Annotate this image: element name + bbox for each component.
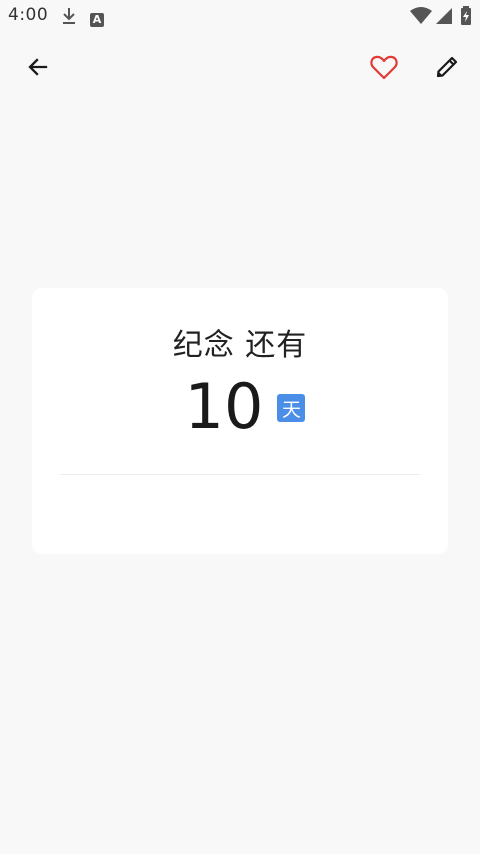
download-icon (60, 6, 78, 30)
a-letter-icon: A (90, 8, 104, 27)
wifi-icon (410, 7, 432, 29)
countdown-card: 纪念 还有 10 天 (32, 288, 448, 554)
card-divider (60, 474, 420, 475)
status-bar: 4:00 A (0, 0, 480, 32)
event-title: 纪念 还有 (172, 328, 308, 363)
favorite-button[interactable] (359, 44, 409, 94)
back-button[interactable] (13, 44, 63, 94)
heart-outline-icon (370, 54, 398, 84)
day-count: 10 (184, 370, 264, 443)
count-row: 10 天 (32, 376, 448, 438)
edit-button[interactable] (422, 44, 472, 94)
status-time: 4:00 (8, 5, 49, 25)
pencil-icon (434, 54, 460, 84)
toolbar (0, 40, 480, 98)
battery-icon (460, 6, 472, 30)
signal-icon (436, 7, 452, 29)
arrow-left-icon (26, 55, 50, 83)
a-letter-badge-text: A (90, 13, 104, 27)
unit-badge: 天 (277, 394, 306, 422)
